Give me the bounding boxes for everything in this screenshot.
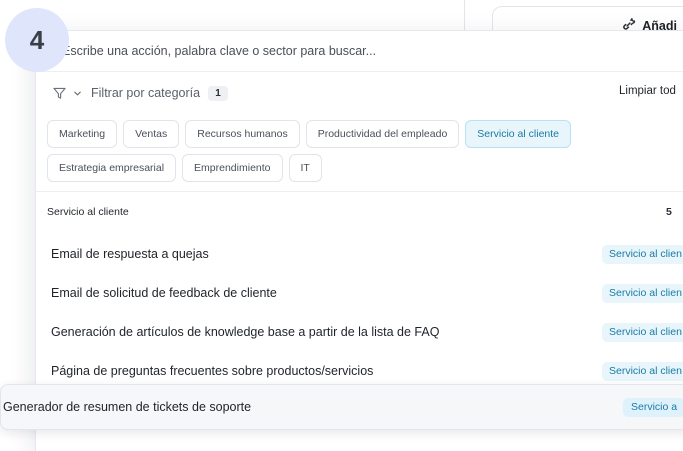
result-title: Generador de resumen de tickets de sopor…	[3, 400, 252, 414]
result-title: Email de solicitud de feedback de client…	[51, 286, 277, 300]
result-item-hovered[interactable]: Generador de resumen de tickets de sopor…	[0, 384, 683, 430]
filter-count-badge: 1	[208, 85, 229, 101]
chip-productividad-del-empleado[interactable]: Productividad del empleado	[305, 120, 460, 148]
background-divider	[464, 0, 465, 30]
result-category-tag: Servicio al clien	[602, 322, 683, 342]
clear-all-button[interactable]: Limpiar tod	[619, 85, 676, 97]
category-filter[interactable]: Filtrar por categoría 1 Limpiar tod	[36, 81, 683, 105]
category-chips: Marketing Ventas Recursos humanos Produc…	[47, 120, 647, 188]
search-input[interactable]	[62, 44, 622, 58]
result-category-tag: Servicio a	[623, 397, 683, 417]
result-title: Email de respuesta a quejas	[51, 247, 209, 261]
chip-marketing[interactable]: Marketing	[47, 120, 118, 148]
chip-estrategia-empresarial[interactable]: Estrategia empresarial	[47, 154, 177, 182]
filter-label[interactable]: Filtrar por categoría	[91, 86, 200, 100]
step-number-badge: 4	[5, 8, 69, 72]
result-category-tag: Servicio al clien	[602, 283, 683, 303]
group-count: 5	[666, 206, 672, 218]
chip-emprendimiento[interactable]: Emprendimiento	[182, 154, 283, 182]
chip-ventas[interactable]: Ventas	[123, 120, 180, 148]
result-item[interactable]: Email de solicitud de feedback de client…	[36, 274, 683, 312]
chip-row: Estrategia empresarial Emprendimiento IT	[47, 154, 647, 182]
funnel-icon[interactable]	[53, 87, 66, 100]
result-category-tag: Servicio al clien	[602, 361, 683, 381]
group-title: Servicio al cliente	[47, 206, 129, 218]
chip-servicio-al-cliente[interactable]: Servicio al cliente	[465, 120, 571, 148]
chevron-down-icon[interactable]	[73, 89, 82, 98]
result-item[interactable]: Email de respuesta a quejas Servicio al …	[36, 235, 683, 273]
result-title: Página de preguntas frecuentes sobre pro…	[51, 364, 374, 378]
result-category-tag: Servicio al clien	[602, 244, 683, 264]
chip-row: Marketing Ventas Recursos humanos Produc…	[47, 120, 647, 148]
chip-it[interactable]: IT	[288, 154, 322, 182]
results-group-header: Servicio al cliente 5	[36, 191, 683, 232]
search-row	[36, 31, 683, 72]
chip-recursos-humanos[interactable]: Recursos humanos	[185, 120, 300, 148]
result-title: Generación de artículos de knowledge bas…	[51, 325, 440, 339]
result-item[interactable]: Generación de artículos de knowledge bas…	[36, 313, 683, 351]
